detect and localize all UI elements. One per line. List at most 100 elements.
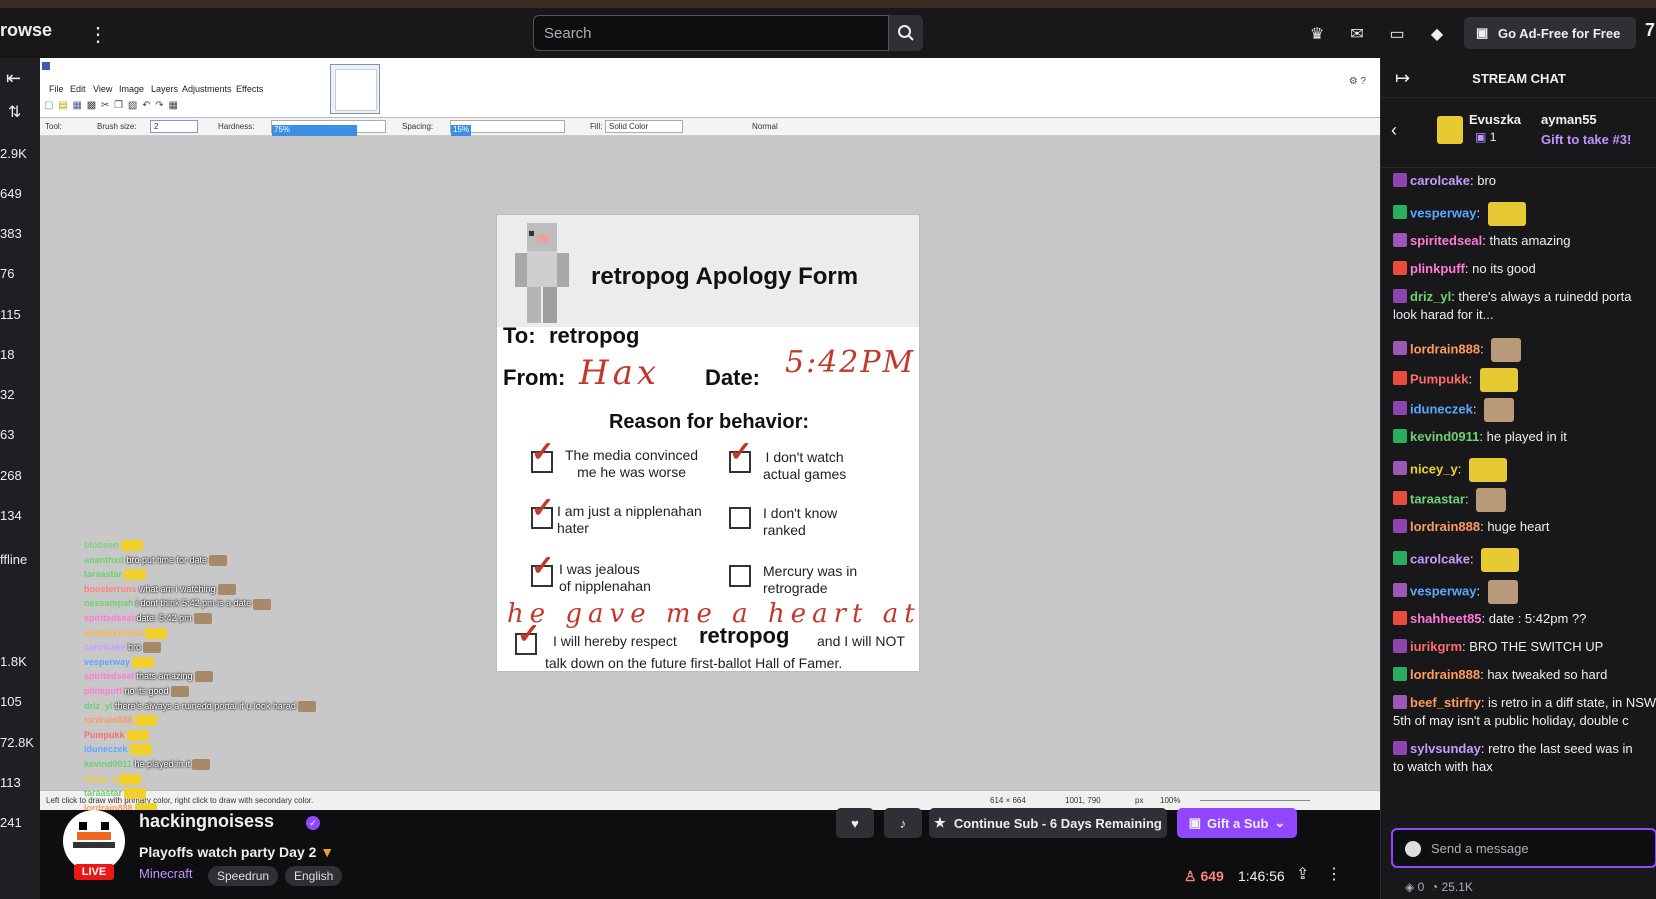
chat-badge-icon <box>1393 429 1407 443</box>
option-4-text: I don't know ranked <box>763 505 838 538</box>
check-mark-icon: ✓ <box>517 618 541 649</box>
chat-username[interactable]: iduneczek <box>1410 401 1473 416</box>
zoom-slider[interactable] <box>1200 800 1310 801</box>
gift-user-2[interactable]: ayman55 <box>1541 112 1597 127</box>
image-thumbnail[interactable] <box>330 64 380 114</box>
chat-input[interactable]: Send a message <box>1391 828 1656 868</box>
menu-image[interactable]: Image <box>119 84 144 94</box>
redo-icon[interactable]: ↷ <box>155 100 164 111</box>
chat-colon: : <box>1472 401 1481 417</box>
avatar-stripe-orange <box>77 832 111 840</box>
whispers-icon[interactable]: ▭ <box>1387 24 1407 44</box>
chat-username[interactable]: sylvsunday <box>1410 741 1481 756</box>
undo-icon[interactable]: ↶ <box>142 100 151 111</box>
chat-colon: : <box>1464 491 1473 507</box>
menu-effects[interactable]: Effects <box>236 84 263 94</box>
menu-layers[interactable]: Layers <box>151 84 178 94</box>
stream-video-player[interactable]: File Edit View Image Layers Adjustments … <box>40 58 1380 829</box>
blend-mode-dropdown[interactable]: Normal <box>752 122 778 131</box>
chat-username[interactable]: carolcake <box>1410 551 1470 566</box>
brush-size-field[interactable]: 2 <box>150 120 198 133</box>
unit-dropdown[interactable]: px <box>1135 796 1143 805</box>
menu-adjustments[interactable]: Adjustments <box>182 84 232 94</box>
share-icon[interactable]: ⇪ <box>1296 864 1309 884</box>
gift-sub-button[interactable]: ▣ Gift a Sub ⌄ <box>1177 808 1297 838</box>
continue-sub-button[interactable]: ★ Continue Sub - 6 Days Remaining <box>929 808 1167 838</box>
chevron-left-icon[interactable]: ‹ <box>1391 120 1397 141</box>
more-menu-icon[interactable]: ⋮ <box>88 22 108 47</box>
cut-icon[interactable]: ✂ <box>101 100 110 111</box>
chat-username[interactable]: lordrain888 <box>1410 341 1480 356</box>
chat-username[interactable]: plinkpuff <box>1410 261 1465 276</box>
new-file-icon[interactable]: ▢ <box>44 100 54 111</box>
go-ad-free-button[interactable]: ▣ Go Ad-Free for Free <box>1464 17 1636 49</box>
grid-icon[interactable]: ▦ <box>168 100 178 111</box>
zoom-level[interactable]: 100% <box>1160 796 1180 805</box>
channel-avatar[interactable] <box>63 810 125 872</box>
chat-username[interactable]: Pumpukk <box>1410 371 1469 386</box>
open-file-icon[interactable]: ▤ <box>58 100 68 111</box>
chat-colon: : <box>1481 611 1489 626</box>
game-category-link[interactable]: Minecraft <box>139 866 192 881</box>
tag-english[interactable]: English <box>285 866 343 886</box>
chat-username[interactable]: kevind0911 <box>1410 429 1479 444</box>
more-options-icon[interactable]: ⋮ <box>1326 864 1342 884</box>
browse-link[interactable]: rowse <box>0 20 52 41</box>
sidebar-viewer-count: 134 <box>0 508 22 523</box>
overlay-chat-line: blobsen <box>84 538 464 553</box>
chat-message: sylvsunday: retro the last seed was in <box>1393 740 1633 758</box>
emote-picker-icon[interactable] <box>1405 841 1421 857</box>
chat-badge-icon <box>1393 205 1407 220</box>
search-input[interactable]: Search <box>533 15 889 51</box>
chat-username[interactable]: lordrain888 <box>1410 519 1480 534</box>
search-button[interactable] <box>889 15 923 51</box>
menu-file[interactable]: File <box>49 84 64 94</box>
paste-icon[interactable]: ▧ <box>128 100 138 111</box>
chat-text: hax tweaked so hard <box>1487 667 1608 682</box>
tag-speedrun[interactable]: Speedrun <box>208 866 279 886</box>
check-mark-icon: ✓ <box>531 550 555 581</box>
crown-icon[interactable]: ♛ <box>1307 24 1327 44</box>
spacing-slider[interactable]: 15% <box>450 120 565 136</box>
chat-username[interactable]: lordrain888 <box>1410 667 1480 682</box>
hardness-slider[interactable]: 75% <box>271 120 386 136</box>
menu-edit[interactable]: Edit <box>70 84 86 94</box>
overlay-chat-user: lordrain888 <box>84 715 133 726</box>
cursor-position: 1001, 790 <box>1065 796 1101 805</box>
follow-button[interactable]: ♥ <box>836 808 874 838</box>
chat-username[interactable]: iurikgrm <box>1410 639 1462 654</box>
chat-username[interactable]: vesperway <box>1410 205 1477 220</box>
copy-icon[interactable]: ❐ <box>114 100 124 111</box>
ad-free-icon: ▣ <box>1476 25 1489 40</box>
window-tools-icon[interactable]: ⚙ ? <box>1349 76 1366 87</box>
checkbox-4 <box>729 507 751 529</box>
emote-icon <box>129 744 152 756</box>
hardness-label: Hardness: <box>218 122 255 131</box>
fill-dropdown[interactable]: Solid Color <box>605 120 683 133</box>
chat-username[interactable]: beef_stirfry <box>1410 695 1481 710</box>
avatar-stripe-dark <box>73 842 115 848</box>
gift-to-take-link[interactable]: Gift to take #3! <box>1541 132 1631 147</box>
notifications-button[interactable]: ♪ <box>884 808 922 838</box>
chat-username[interactable]: driz_yl <box>1410 289 1451 304</box>
chat-username[interactable]: carolcake <box>1410 173 1470 188</box>
chat-username[interactable]: nicey_y <box>1410 461 1458 476</box>
gift-user-1[interactable]: Evuszka <box>1469 112 1521 127</box>
chat-username[interactable]: shahheet85 <box>1410 611 1482 626</box>
overlay-chat-text: bro <box>125 642 142 653</box>
inbox-icon[interactable]: ✉ <box>1347 24 1367 44</box>
chat-username[interactable]: taraastar <box>1410 491 1465 506</box>
print-icon[interactable]: ▩ <box>87 100 97 111</box>
chat-text: bro <box>1477 173 1497 188</box>
checkbox-6 <box>729 565 751 587</box>
chat-colon: : <box>1476 583 1484 599</box>
menu-view[interactable]: View <box>93 84 112 94</box>
chat-badge-icon <box>1393 491 1407 506</box>
bits-icon[interactable]: ◆ <box>1427 24 1447 44</box>
chat-username[interactable]: vesperway <box>1410 583 1477 598</box>
channel-name[interactable]: hackingnoisess <box>139 811 274 832</box>
channel-points[interactable]: ◈ 0 ◔ 25.1K <box>1405 880 1473 894</box>
save-file-icon[interactable]: ▦ <box>72 100 82 111</box>
chat-username[interactable]: spiritedseal <box>1410 233 1482 248</box>
overlay-chat-line: taraastar <box>84 567 464 582</box>
